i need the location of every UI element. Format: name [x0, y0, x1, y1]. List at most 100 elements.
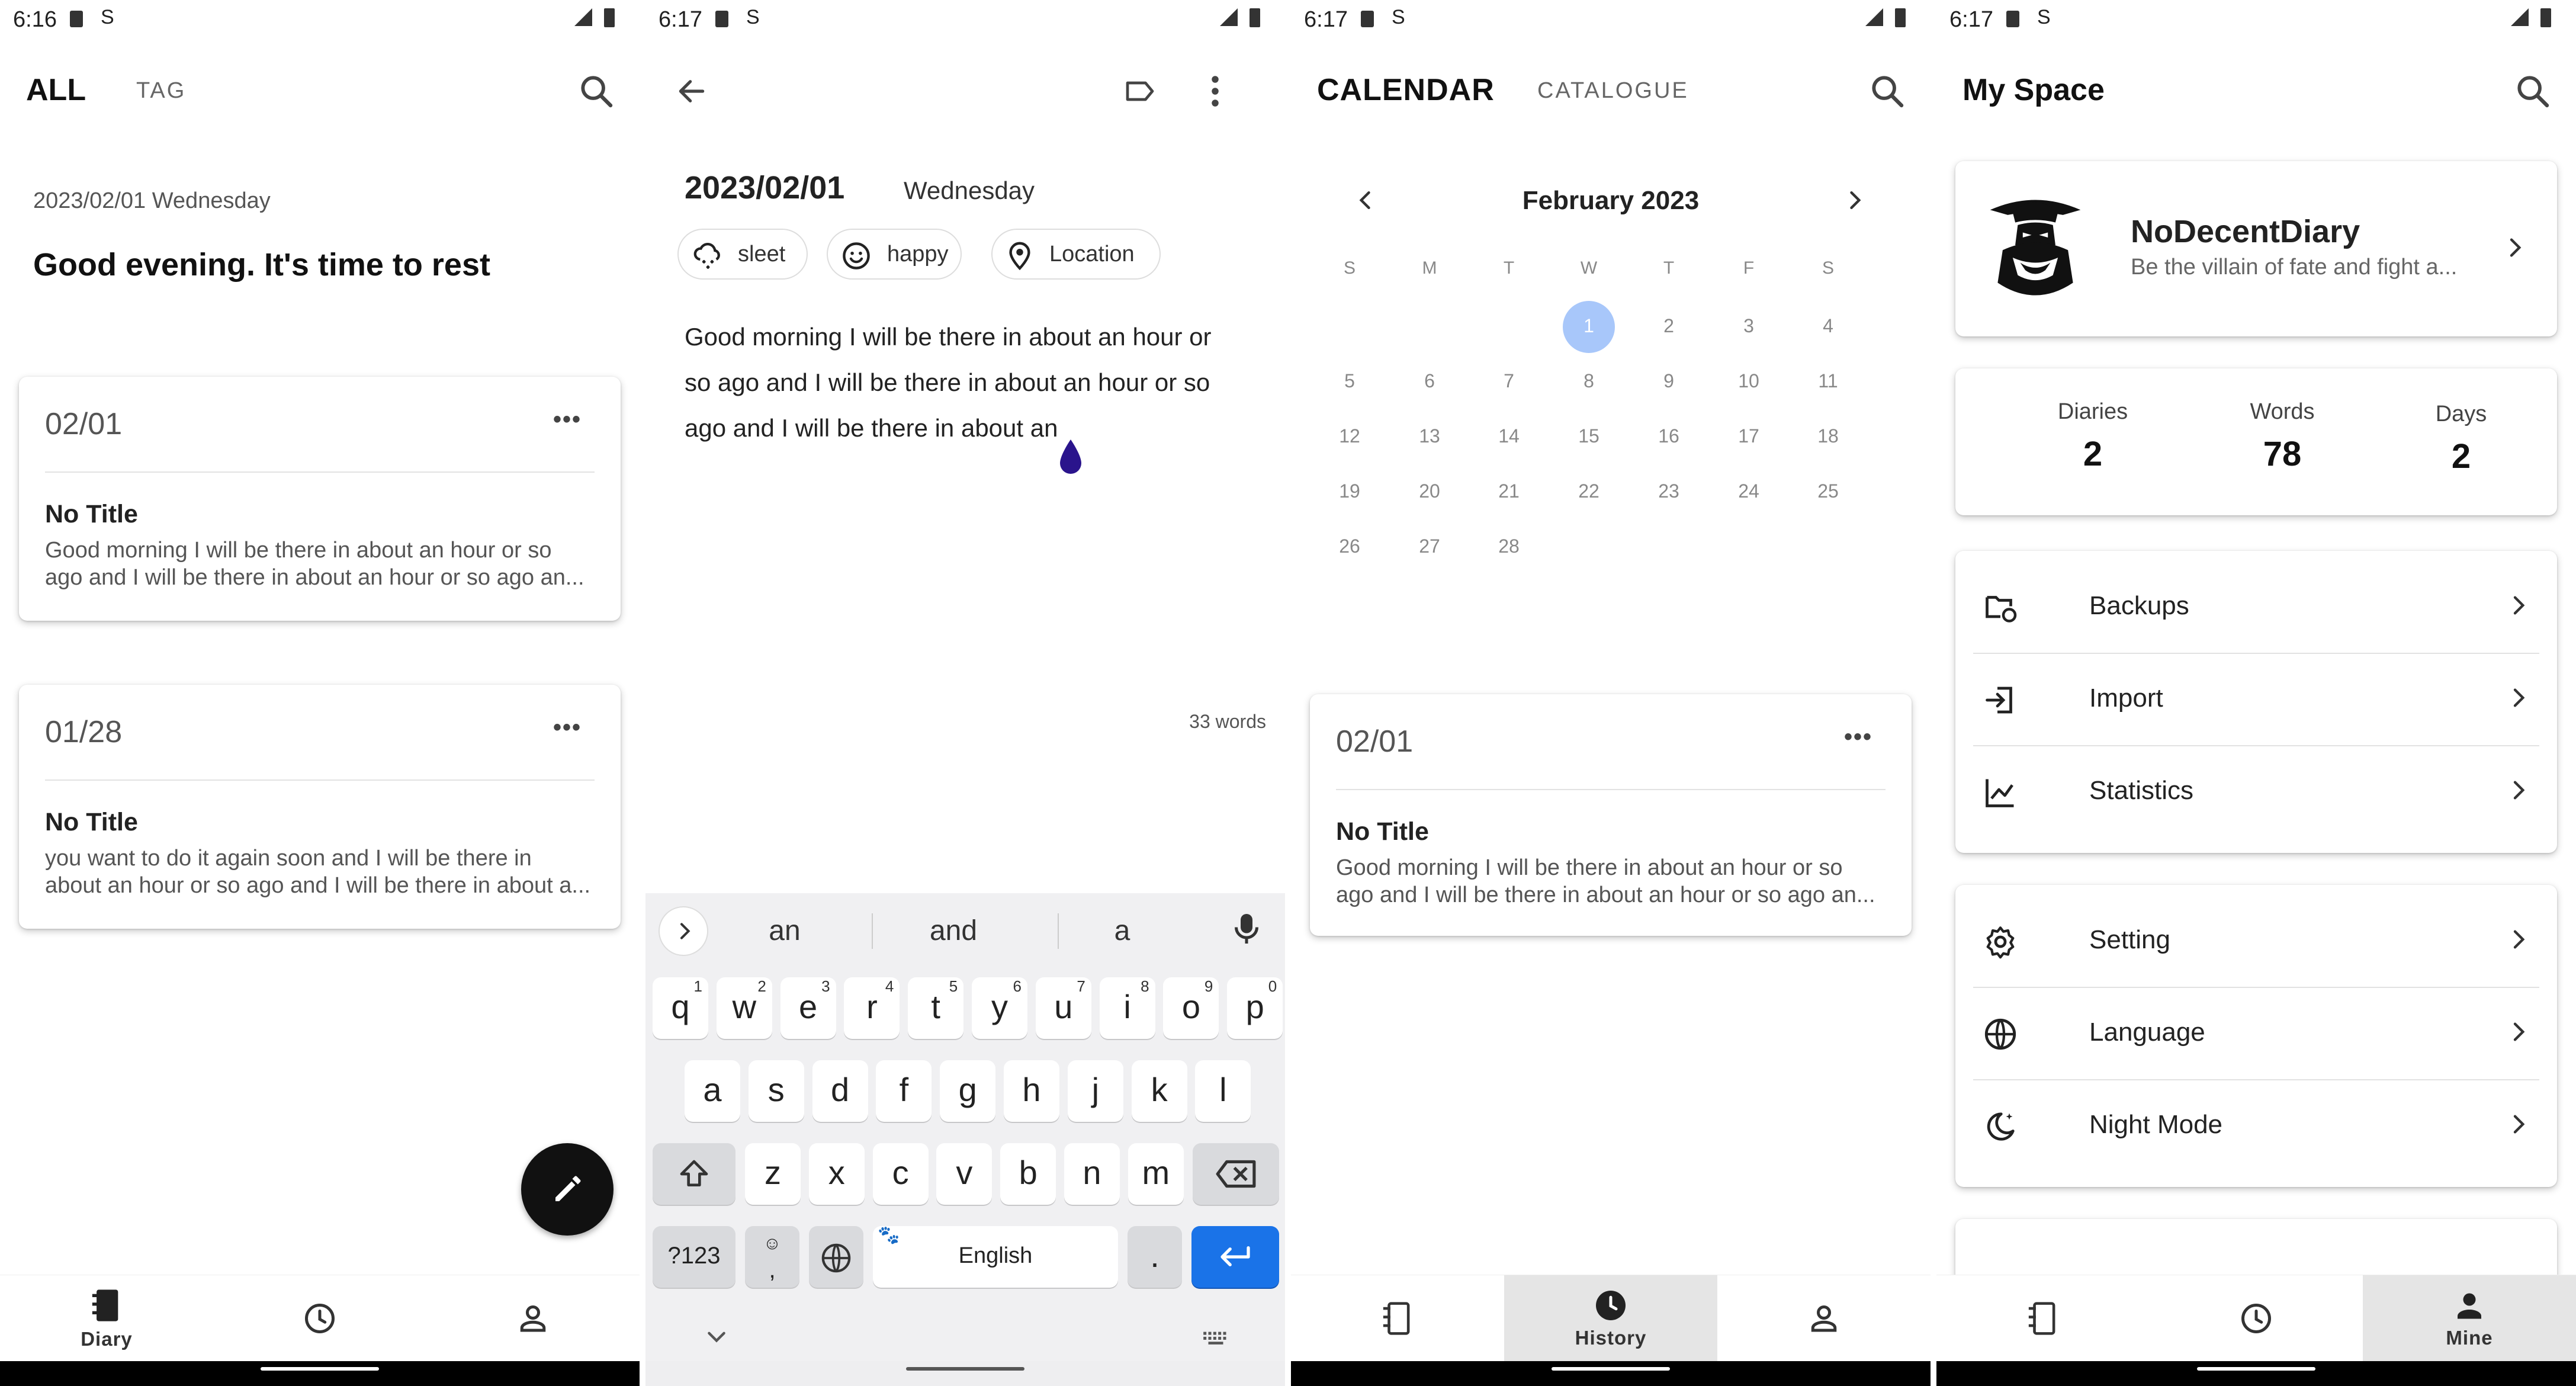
more-options-icon[interactable]: ••• [553, 406, 582, 433]
key-j[interactable]: j [1067, 1060, 1123, 1122]
location-chip[interactable]: Location [991, 229, 1161, 280]
calendar-day[interactable]: 15 [1562, 425, 1615, 447]
text-cursor-handle[interactable] [1054, 437, 1087, 477]
home-handle[interactable] [906, 1367, 1024, 1371]
chevron-right-icon[interactable] [1842, 187, 1868, 213]
more-options-icon[interactable]: ••• [553, 714, 582, 741]
space-key[interactable]: 🐾 English [873, 1225, 1118, 1288]
tab-calendar[interactable]: CALENDAR [1317, 72, 1495, 108]
nav-mine[interactable] [1717, 1275, 1931, 1361]
nav-diary[interactable] [1291, 1275, 1504, 1361]
calendar-day[interactable]: 5 [1323, 370, 1376, 392]
suggestion[interactable]: a [1072, 915, 1173, 947]
calendar-day[interactable]: 28 [1482, 535, 1536, 557]
key-k[interactable]: k [1131, 1060, 1187, 1122]
calendar-day[interactable]: 21 [1482, 480, 1536, 502]
weather-chip[interactable]: sleet [677, 229, 808, 280]
calendar-day[interactable]: 6 [1403, 370, 1456, 392]
calendar-day[interactable]: 17 [1722, 425, 1775, 447]
emoji-comma-key[interactable]: ☺ , [745, 1226, 799, 1288]
key-e[interactable]: e3 [780, 977, 836, 1039]
key-t[interactable]: t5 [908, 977, 964, 1039]
nav-mine[interactable] [426, 1275, 640, 1361]
search-icon[interactable] [577, 72, 615, 110]
key-n[interactable]: n [1064, 1143, 1120, 1205]
calendar-day[interactable]: 11 [1801, 370, 1855, 392]
key-f[interactable]: f [876, 1060, 932, 1122]
suggestion[interactable]: an [734, 915, 835, 947]
key-d[interactable]: d [812, 1060, 868, 1122]
calendar-day[interactable]: 9 [1642, 370, 1695, 392]
calendar-day[interactable]: 13 [1403, 425, 1456, 447]
nav-diary[interactable]: Diary [0, 1275, 213, 1361]
calendar-day[interactable]: 24 [1722, 480, 1775, 502]
expand-toolbar-button[interactable] [659, 906, 708, 956]
key-v[interactable]: v [936, 1143, 993, 1205]
key-s[interactable]: s [748, 1060, 804, 1122]
menu-item-import[interactable]: Import [1971, 653, 2542, 745]
new-entry-fab[interactable] [521, 1143, 614, 1236]
hide-keyboard-chevron-icon[interactable] [704, 1327, 730, 1348]
diary-entry-card[interactable]: 01/28 ••• No Title you want to do it aga… [19, 685, 621, 929]
search-icon[interactable] [2514, 72, 2552, 110]
calendar-day[interactable]: 20 [1403, 480, 1456, 502]
tab-tag[interactable]: TAG [136, 78, 186, 104]
entry-body-editor[interactable]: Good morning I will be there in about an… [685, 314, 1253, 451]
calendar-day[interactable]: 23 [1642, 480, 1695, 502]
calendar-day[interactable]: 18 [1801, 425, 1855, 447]
calendar-day[interactable]: 19 [1323, 480, 1376, 502]
calendar-day[interactable]: 8 [1562, 370, 1615, 392]
key-h[interactable]: h [1004, 1060, 1059, 1122]
menu-item-backups[interactable]: Backups [1971, 560, 2542, 653]
key-u[interactable]: u7 [1035, 977, 1091, 1039]
calendar-day[interactable]: 14 [1482, 425, 1536, 447]
calendar-day[interactable]: 12 [1323, 425, 1376, 447]
calendar-day[interactable]: 10 [1722, 370, 1775, 392]
key-m[interactable]: m [1128, 1143, 1184, 1205]
key-z[interactable]: z [745, 1143, 801, 1205]
key-a[interactable]: a [685, 1060, 740, 1122]
nav-mine[interactable]: Mine [2363, 1275, 2576, 1361]
label-tag-icon[interactable] [1123, 75, 1157, 108]
key-r[interactable]: r4 [844, 977, 900, 1039]
nav-history[interactable]: History [1504, 1275, 1717, 1361]
calendar-day[interactable]: 25 [1801, 480, 1855, 502]
key-o[interactable]: o9 [1163, 977, 1219, 1039]
diary-entry-card[interactable]: 02/01 ••• No Title Good morning I will b… [19, 377, 621, 621]
calendar-day[interactable]: 7 [1482, 370, 1536, 392]
microphone-icon[interactable] [1232, 911, 1261, 947]
symbols-key[interactable]: ?123 [653, 1226, 735, 1288]
nav-history[interactable] [2150, 1275, 2363, 1361]
entry-date[interactable]: 2023/02/01 [685, 169, 844, 206]
menu-item-setting[interactable]: Setting [1971, 894, 2542, 987]
mood-chip[interactable]: happy [827, 229, 962, 280]
more-vert-icon[interactable] [1208, 73, 1222, 109]
key-p[interactable]: p0 [1227, 977, 1283, 1039]
calendar-day[interactable]: 22 [1562, 480, 1615, 502]
tab-catalogue[interactable]: CATALOGUE [1537, 78, 1689, 104]
calendar-day[interactable]: 16 [1642, 425, 1695, 447]
language-key[interactable] [809, 1226, 863, 1288]
calendar-day[interactable]: 2 [1642, 315, 1695, 337]
home-handle[interactable] [2197, 1367, 2315, 1371]
period-key[interactable]: . [1128, 1226, 1182, 1288]
suggestion[interactable]: and [903, 915, 1004, 947]
search-icon[interactable] [1868, 72, 1906, 110]
home-handle[interactable] [261, 1367, 379, 1371]
calendar-day[interactable]: 27 [1403, 535, 1456, 557]
calendar-day[interactable]: 3 [1722, 315, 1775, 337]
nav-diary[interactable] [1936, 1275, 2150, 1361]
key-l[interactable]: l [1195, 1060, 1251, 1122]
key-c[interactable]: c [872, 1143, 929, 1205]
backspace-key[interactable] [1193, 1143, 1279, 1205]
profile-card[interactable]: NoDecentDiary Be the villain of fate and… [1955, 161, 2557, 336]
key-w[interactable]: w2 [716, 977, 772, 1039]
menu-item-statistics[interactable]: Statistics [1971, 745, 2542, 838]
key-g[interactable]: g [940, 1060, 996, 1122]
tab-all[interactable]: ALL [26, 72, 86, 108]
menu-item-language[interactable]: Language [1971, 987, 2542, 1079]
key-b[interactable]: b [1000, 1143, 1056, 1205]
more-options-icon[interactable]: ••• [1844, 724, 1872, 750]
diary-entry-card[interactable]: 02/01 ••• No Title Good morning I will b… [1310, 694, 1912, 936]
calendar-day[interactable]: 4 [1801, 315, 1855, 337]
